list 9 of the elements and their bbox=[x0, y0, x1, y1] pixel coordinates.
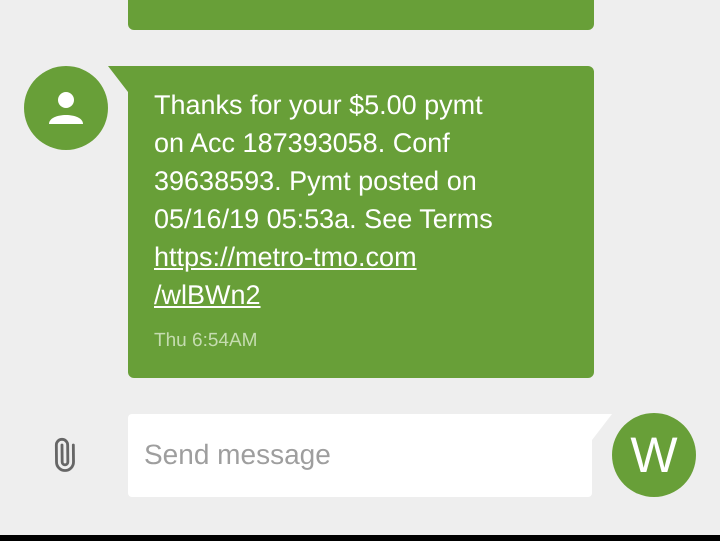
message-text: Thanks for your $5.00 pymt bbox=[154, 89, 483, 122]
message-time: Thu 6:54AM bbox=[154, 330, 258, 352]
sender-avatar[interactable]: W bbox=[612, 413, 696, 497]
message-text: on Acc 187393058. Conf bbox=[154, 127, 450, 160]
message-link[interactable]: /wlBWn2 bbox=[154, 276, 261, 314]
person-icon bbox=[49, 92, 83, 124]
message-text: 05/16/19 05:53a. See Terms bbox=[154, 203, 493, 236]
message-link[interactable]: https://metro-tmo.com bbox=[154, 238, 417, 276]
message-text: 39638593. Pymt posted on bbox=[154, 165, 477, 198]
